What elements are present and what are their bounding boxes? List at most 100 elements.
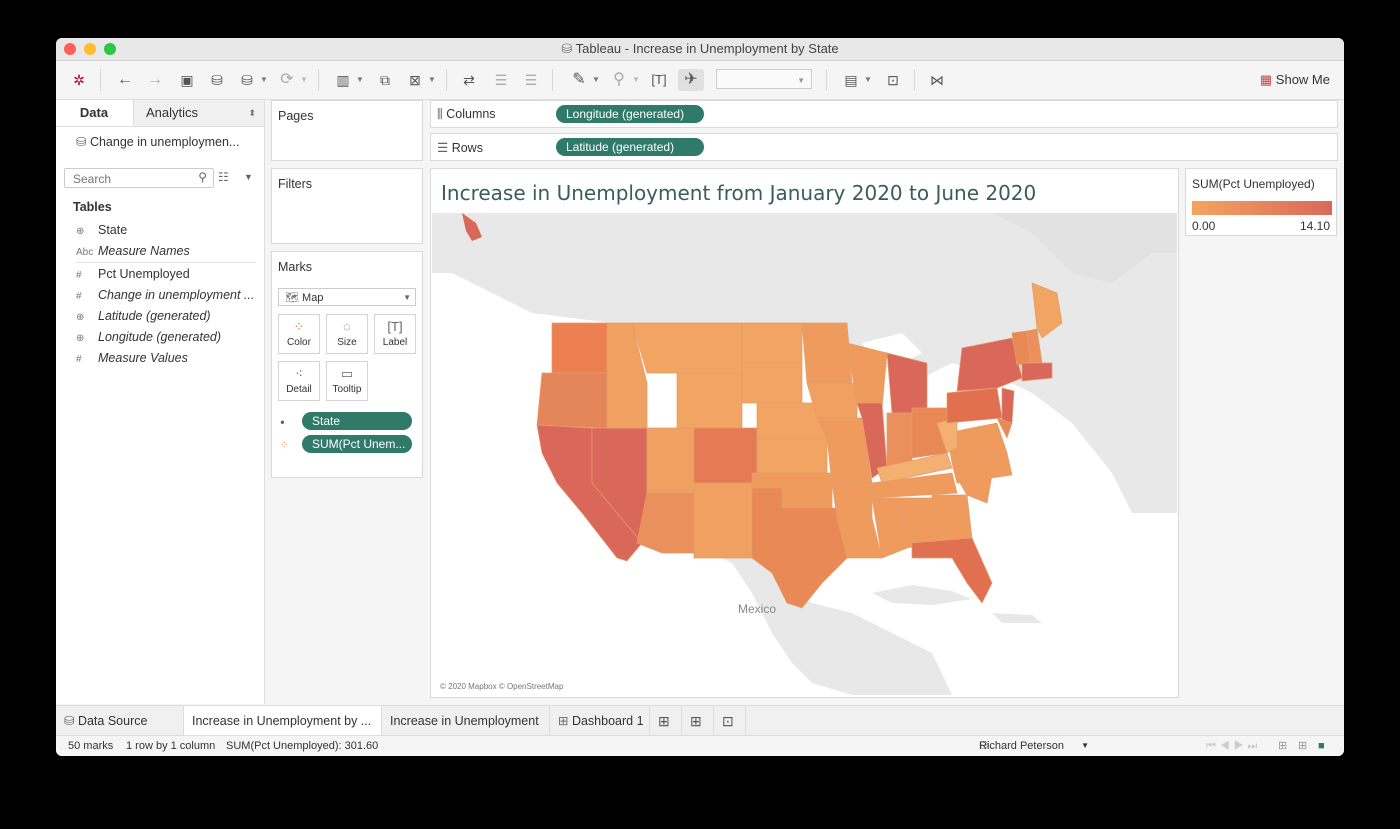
pages-shelf[interactable]: Pages	[271, 100, 423, 161]
undo-icon[interactable]: ←	[114, 69, 136, 91]
data-pane: Data Analytics ⬍ ⛁ Change in unemploymen.…	[56, 100, 265, 704]
new-dashboard-icon[interactable]: ⊞	[682, 706, 714, 736]
columns-icon: ⫼	[437, 107, 447, 121]
show-me-button[interactable]: ▦ Show Me	[1260, 69, 1330, 91]
chevron-down-icon[interactable]: ▼	[592, 69, 600, 91]
size-button[interactable]: ◌ Size	[326, 314, 368, 354]
label-button[interactable]: [T] Label	[374, 314, 416, 354]
globe-icon: ⊕	[76, 333, 85, 344]
longitude-pill[interactable]: Longitude (generated)	[556, 105, 704, 123]
label-label: Label	[382, 337, 408, 348]
state-alabama	[901, 497, 933, 549]
map-view[interactable]: Mexico © 2020 Mapbox © OpenStreetMap	[432, 213, 1177, 695]
map-attribution[interactable]: © 2020 Mapbox © OpenStreetMap	[440, 682, 564, 691]
new-worksheet-icon[interactable]: ⊞	[650, 706, 682, 736]
chevron-down-icon[interactable]: ▼	[244, 172, 253, 182]
save-icon[interactable]: ▣	[176, 69, 198, 91]
share-icon[interactable]: ⋈	[926, 69, 948, 91]
search-field[interactable]: ⚲	[64, 168, 214, 188]
tab-data[interactable]: Data	[56, 100, 132, 126]
status-rows-cols: 1 row by 1 column	[126, 740, 216, 752]
state-pill[interactable]: State	[302, 412, 412, 430]
data-source-tab-label: Data Source	[77, 714, 148, 728]
chevron-down-icon[interactable]: ▼	[260, 69, 268, 91]
color-button[interactable]: ⁘ Color	[278, 314, 320, 354]
fit-select[interactable]: ▼	[716, 69, 812, 89]
sort-ascending-icon[interactable]: ☰	[490, 69, 512, 91]
tab-sheet[interactable]: Increase in Unemployment	[382, 706, 550, 736]
redo-icon[interactable]: →	[144, 69, 166, 91]
app-window: ⛁ Tableau - Increase in Unemployment by …	[56, 38, 1344, 756]
label-icon: [T]	[387, 319, 403, 334]
tab-data-source[interactable]: ⛁ Data Source	[56, 706, 184, 736]
show-tabs-icon[interactable]: ■	[1318, 736, 1325, 756]
detail-button[interactable]: ⁖ Detail	[278, 361, 320, 401]
field-latitude[interactable]: ⊕ Latitude (generated)	[76, 306, 211, 326]
new-story-icon[interactable]: ⊡	[714, 706, 746, 736]
chevron-down-icon[interactable]: ▼	[428, 69, 436, 91]
field-change-in-unemployment[interactable]: # Change in unemployment ...	[76, 285, 254, 305]
latitude-pill[interactable]: Latitude (generated)	[556, 138, 704, 156]
color-legend[interactable]: SUM(Pct Unemployed) 0.00 14.10	[1185, 168, 1337, 236]
chevron-down-icon[interactable]: ▼	[356, 69, 364, 91]
size-icon: ◌	[343, 319, 351, 334]
field-pct-unemployed[interactable]: # Pct Unemployed	[76, 264, 190, 284]
tab-dashboard[interactable]: ⊞ Dashboard 1	[550, 706, 650, 736]
highlight-icon[interactable]: ✎	[568, 69, 590, 91]
tooltip-icon: ▭	[340, 366, 354, 381]
field-measure-names[interactable]: Abc Measure Names	[76, 241, 190, 261]
new-worksheet-icon[interactable]: ▥	[332, 69, 354, 91]
refresh-icon[interactable]: ⟳	[276, 69, 298, 91]
list-view-icon[interactable]: ☷	[218, 170, 229, 184]
group-members-icon[interactable]: ⚲	[608, 69, 630, 91]
data-source-item[interactable]: ⛁ Change in unemploymen...	[76, 134, 239, 149]
duplicate-sheet-icon[interactable]: ⧉	[374, 69, 396, 91]
clear-sheet-icon[interactable]: ⊠	[404, 69, 426, 91]
chevron-down-icon[interactable]: ▼	[864, 69, 872, 91]
sum-pct-pill[interactable]: SUM(Pct Unem...	[302, 435, 412, 453]
tab-analytics[interactable]: Analytics ⬍	[133, 100, 264, 126]
divider	[76, 262, 256, 263]
rows-shelf[interactable]: ☰ Rows Latitude (generated)	[430, 133, 1338, 161]
field-longitude[interactable]: ⊕ Longitude (generated)	[76, 327, 221, 347]
tooltip-label: Tooltip	[332, 384, 362, 395]
show-filmstrip-icon[interactable]: ⊞	[1278, 736, 1287, 756]
legend-min: 0.00	[1192, 219, 1216, 233]
zoom-window-button[interactable]	[104, 43, 116, 55]
mark-type-select[interactable]: 🗺 Map ▼	[278, 288, 416, 306]
pages-label: Pages	[278, 109, 314, 123]
tab-sheet-active[interactable]: Increase in Unemployment by ...	[184, 706, 382, 736]
close-window-button[interactable]	[64, 43, 76, 55]
map-svg: Mexico © 2020 Mapbox © OpenStreetMap	[432, 213, 1177, 695]
sheet-navigation-icons[interactable]: ⏮◀▶⏭	[1206, 736, 1261, 756]
state-massachusetts	[1021, 362, 1053, 382]
state-georgia	[931, 494, 973, 544]
show-cards-icon[interactable]: ▤	[840, 69, 862, 91]
detail-icon: ⁖	[295, 366, 303, 381]
filters-shelf[interactable]: Filters	[271, 168, 423, 244]
chevron-down-icon: ▼	[1081, 741, 1089, 750]
field-label: State	[98, 223, 128, 237]
color-small-icon: ⁘	[280, 440, 289, 451]
columns-shelf[interactable]: ⫼ Columns Longitude (generated)	[430, 100, 1338, 128]
field-measure-values[interactable]: # Measure Values	[76, 348, 188, 368]
field-label: Longitude (generated)	[98, 330, 222, 344]
presentation-mode-icon[interactable]: ⊡	[882, 69, 904, 91]
show-mark-labels-icon[interactable]: [T]	[648, 69, 670, 91]
chevron-down-icon[interactable]: ▼	[300, 69, 308, 91]
search-input[interactable]	[71, 171, 195, 187]
tableau-logo-icon[interactable]: ✲	[68, 69, 90, 91]
cuba-land	[872, 585, 972, 605]
minimize-window-button[interactable]	[84, 43, 96, 55]
field-state[interactable]: ⊕ State	[76, 220, 127, 240]
show-sheet-sorter-icon[interactable]: ⊞	[1298, 736, 1307, 756]
chevron-down-icon[interactable]: ▼	[632, 69, 640, 91]
new-data-source-icon[interactable]: ⛁	[206, 69, 228, 91]
sort-descending-icon[interactable]: ☰	[520, 69, 542, 91]
detail-small-icon: ꔷ	[280, 418, 285, 429]
tables-heading: Tables	[73, 200, 112, 214]
fix-axes-icon[interactable]: ✈	[678, 69, 704, 91]
tooltip-button[interactable]: ▭ Tooltip	[326, 361, 368, 401]
pause-updates-icon[interactable]: ⛁	[236, 69, 258, 91]
swap-rows-columns-icon[interactable]: ⇄	[458, 69, 480, 91]
